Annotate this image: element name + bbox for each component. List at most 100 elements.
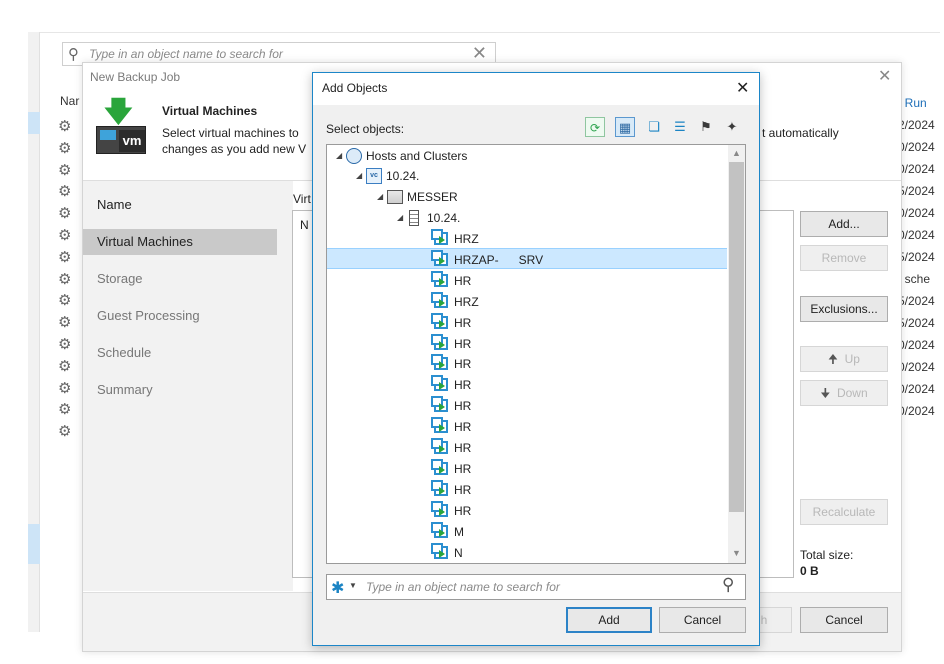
refresh-icon[interactable]: ⟳ (585, 117, 605, 137)
scroll-up-icon[interactable]: ▲ (729, 146, 744, 160)
step-virtual-machines[interactable]: Virtual Machines (83, 229, 277, 255)
tree-node-host[interactable]: ◢ 10.24. (397, 208, 460, 228)
clear-search-icon[interactable]: ✕ (472, 43, 487, 64)
tree-node-vm[interactable]: HR (431, 500, 472, 521)
step-schedule[interactable]: Schedule (83, 340, 277, 366)
total-size-label: Total size: (800, 548, 854, 562)
scroll-down-icon[interactable]: ▼ (729, 546, 744, 560)
down-arrow-icon: 🠋 (820, 386, 831, 400)
tree-node-hosts-and-clusters[interactable]: ◢ Hosts and Clusters (336, 146, 467, 166)
last-run-cell: 0/2024 (898, 228, 935, 242)
tree-node-vm[interactable]: HR (431, 333, 471, 354)
tree-node-label: 10.24. (427, 211, 461, 225)
tree-node-vm[interactable]: M (431, 521, 464, 542)
vm-icon (431, 249, 450, 268)
tree-node-vm[interactable]: HR (431, 458, 472, 479)
tree-node-label: HR (454, 461, 472, 476)
tree-node-vm[interactable]: HR (431, 270, 471, 291)
job-gear-icon: ⚙ (58, 379, 72, 397)
vm-icon (431, 312, 450, 331)
add-objects-cancel-button[interactable]: Cancel (659, 607, 746, 633)
tree-node-vcenter[interactable]: ◢ vc 10.24. (356, 166, 419, 186)
vm-icon (431, 396, 450, 414)
hosts-and-clusters-view-icon[interactable]: ▦ (615, 117, 635, 137)
vm-icon (431, 291, 450, 310)
select-objects-label: Select objects: (326, 122, 405, 136)
tree-node-label: N (454, 545, 463, 560)
wizard-header-title: Virtual Machines (162, 104, 258, 118)
tree-node-vm[interactable]: HR (431, 354, 471, 374)
last-run-cell: 5/2024 (898, 184, 935, 198)
wizard-header-desc-right: t automatically (762, 126, 839, 140)
job-gear-icon: ⚙ (58, 335, 72, 353)
main-name-column-header[interactable]: Nar (60, 94, 79, 108)
add-objects-close-icon[interactable]: ✕ (736, 78, 749, 98)
vms-and-templates-view-icon[interactable]: ❏ (644, 117, 664, 137)
exclusions-button[interactable]: Exclusions... (800, 296, 888, 322)
tree-node-vm[interactable]: HR (431, 375, 471, 395)
add-objects-title: Add Objects (322, 81, 388, 95)
tree-node-datacenter[interactable]: ◢ MESSER (377, 187, 458, 207)
tag-categories-view-icon[interactable]: ✦ (722, 117, 742, 137)
vm-icon (431, 521, 450, 540)
remove-vm-button[interactable]: Remove (800, 245, 888, 271)
last-run-cell: 5/2024 (898, 294, 935, 308)
tree-node-vm[interactable]: HR (431, 396, 471, 416)
tree-node-vm-selected[interactable]: HRZAP- SRV (431, 249, 543, 270)
vcenter-icon: vc (366, 168, 382, 184)
job-gear-icon: ⚙ (58, 292, 72, 310)
job-gear-icon: ⚙ (58, 139, 72, 157)
add-objects-add-button[interactable]: Add (566, 607, 652, 633)
total-size-value: 0 B (800, 564, 819, 578)
move-up-button[interactable]: 🠉 Up (800, 346, 888, 372)
tree-node-vm[interactable]: N (431, 542, 463, 563)
step-name[interactable]: Name (83, 192, 277, 218)
tree-node-label: HRZ (454, 294, 479, 309)
tree-node-vm[interactable]: HR (431, 312, 472, 333)
search-scope-icon[interactable]: ✱ (331, 578, 344, 598)
tree-node-vm[interactable]: HRZ (431, 291, 479, 312)
move-up-label: Up (844, 352, 860, 366)
tree-node-label: HR (454, 503, 472, 518)
step-storage[interactable]: Storage (83, 266, 277, 292)
tree-scrollbar-thumb[interactable] (729, 162, 744, 512)
job-gear-icon: ⚙ (58, 118, 72, 135)
datacenter-icon (387, 189, 403, 205)
object-search-input[interactable] (366, 576, 714, 598)
job-gear-icon: ⚙ (58, 401, 72, 419)
last-run-cell: t sche (898, 272, 931, 286)
vm-icon (431, 333, 450, 352)
step-guest-processing[interactable]: Guest Processing (83, 303, 277, 329)
chevron-down-icon[interactable]: ▼ (349, 581, 357, 590)
step-summary[interactable]: Summary (83, 377, 277, 403)
wizard-cancel-button[interactable]: Cancel (800, 607, 888, 633)
tree-node-label: HR (454, 315, 472, 330)
object-tree[interactable] (326, 144, 746, 564)
tree-node-vm[interactable]: HRZ (431, 229, 479, 249)
tree-node-label: MESSER (407, 190, 458, 204)
main-left-selection-2 (28, 524, 40, 564)
move-down-button[interactable]: 🠋 Down (800, 380, 888, 406)
last-run-cell: 0/2024 (898, 382, 935, 396)
collapse-triangle-icon[interactable]: ◢ (397, 208, 407, 228)
tree-node-label: 10.24. (386, 169, 420, 183)
collapse-triangle-icon[interactable]: ◢ (356, 166, 366, 186)
add-vm-button[interactable]: Add... (800, 211, 888, 237)
last-run-column-header[interactable]: t Run (898, 92, 944, 114)
server-icon (407, 210, 423, 226)
tree-node-vm[interactable]: HR (431, 479, 471, 500)
datastores-view-icon[interactable]: ☰ (670, 117, 690, 137)
vm-list-name-column[interactable]: N (300, 218, 309, 232)
collapse-triangle-icon[interactable]: ◢ (336, 146, 346, 166)
wizard-close-icon[interactable]: ✕ (878, 66, 891, 86)
vm-icon (431, 500, 450, 519)
tree-node-vm[interactable]: HR (431, 417, 471, 437)
collapse-triangle-icon[interactable]: ◢ (377, 187, 387, 207)
search-icon[interactable]: ⚲ (722, 575, 734, 595)
tags-view-icon[interactable]: ⚑ (696, 117, 716, 137)
vm-icon (431, 542, 450, 561)
last-run-cell: 0/2024 (898, 360, 935, 374)
last-run-cell: 2/2024 (898, 118, 935, 132)
tree-node-vm[interactable]: HR (431, 438, 471, 458)
recalculate-button[interactable]: Recalculate (800, 499, 888, 525)
